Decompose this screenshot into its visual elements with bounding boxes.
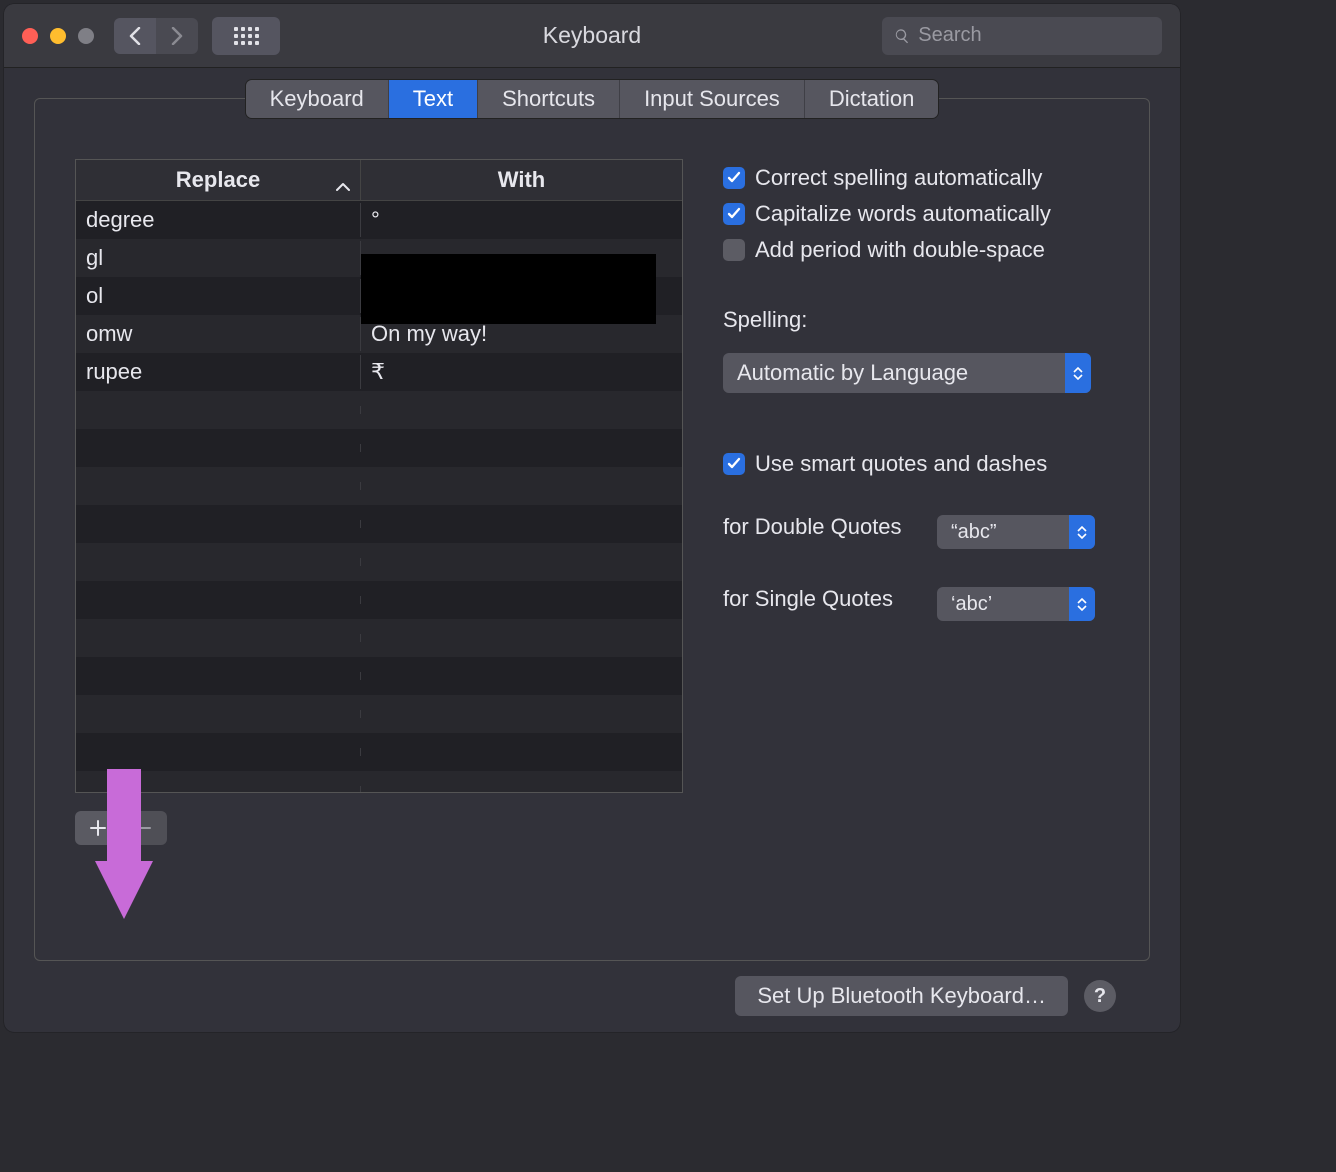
cell-with[interactable]: ° bbox=[361, 203, 682, 237]
cell-replace[interactable]: rupee bbox=[76, 355, 361, 389]
redacted-block bbox=[361, 254, 656, 324]
options-column: Correct spelling automatically Capitaliz… bbox=[723, 159, 1115, 938]
select-value: Automatic by Language bbox=[737, 360, 968, 386]
double-quotes-row: for Double Quotes “abc” bbox=[723, 505, 1115, 549]
tab-bar: Keyboard Text Shortcuts Input Sources Di… bbox=[35, 80, 1149, 118]
help-button[interactable]: ? bbox=[1084, 980, 1116, 1012]
tab-dictation[interactable]: Dictation bbox=[805, 80, 939, 118]
column-replace[interactable]: Replace bbox=[76, 160, 361, 200]
cell-replace[interactable]: degree bbox=[76, 203, 361, 237]
search-input[interactable] bbox=[918, 24, 1150, 47]
double-quotes-select[interactable]: “abc” bbox=[937, 515, 1095, 549]
add-button[interactable] bbox=[75, 811, 121, 845]
bluetooth-keyboard-button[interactable]: Set Up Bluetooth Keyboard… bbox=[735, 976, 1068, 1016]
cell-replace[interactable]: gl bbox=[76, 241, 361, 275]
remove-button[interactable] bbox=[121, 811, 167, 845]
cell-with[interactable] bbox=[361, 254, 682, 262]
cell-with[interactable]: ₹ bbox=[361, 355, 682, 389]
close-window-button[interactable] bbox=[22, 28, 38, 44]
back-button[interactable] bbox=[114, 18, 156, 54]
single-quotes-row: for Single Quotes ‘abc’ bbox=[723, 577, 1115, 621]
preference-pane: Keyboard Text Shortcuts Input Sources Di… bbox=[34, 98, 1150, 961]
table-row-empty bbox=[76, 505, 682, 543]
show-all-button[interactable] bbox=[212, 17, 280, 55]
smart-quotes-checkbox[interactable]: Use smart quotes and dashes bbox=[723, 451, 1115, 477]
table-row-empty bbox=[76, 733, 682, 771]
cell-replace[interactable]: omw bbox=[76, 317, 361, 351]
tab-shortcuts[interactable]: Shortcuts bbox=[478, 80, 620, 118]
tab-keyboard[interactable]: Keyboard bbox=[246, 80, 389, 118]
table-row-empty bbox=[76, 543, 682, 581]
column-replace-label: Replace bbox=[176, 167, 260, 193]
nav-buttons bbox=[114, 18, 198, 54]
forward-button[interactable] bbox=[156, 18, 198, 54]
table-row-empty bbox=[76, 429, 682, 467]
content-area: Keyboard Text Shortcuts Input Sources Di… bbox=[4, 68, 1180, 1032]
zoom-window-button[interactable] bbox=[78, 28, 94, 44]
table-row-empty bbox=[76, 467, 682, 505]
table-row[interactable]: gl bbox=[76, 239, 682, 277]
select-value: “abc” bbox=[951, 521, 997, 544]
checkbox-label: Capitalize words automatically bbox=[755, 201, 1051, 227]
tab-input-sources[interactable]: Input Sources bbox=[620, 80, 805, 118]
spelling-select[interactable]: Automatic by Language bbox=[723, 353, 1091, 393]
spelling-label: Spelling: bbox=[723, 307, 1115, 333]
footer: Set Up Bluetooth Keyboard… ? bbox=[34, 961, 1150, 1016]
checkbox-label: Add period with double-space bbox=[755, 237, 1045, 263]
preferences-window: Keyboard Keyboard Text Shortcuts Input S… bbox=[4, 4, 1180, 1032]
select-value: ‘abc’ bbox=[951, 593, 992, 616]
table-row-empty bbox=[76, 771, 682, 792]
cell-replace[interactable]: ol bbox=[76, 279, 361, 313]
column-with-label: With bbox=[498, 167, 545, 193]
stepper-icon bbox=[1069, 515, 1095, 549]
tab-text[interactable]: Text bbox=[389, 80, 478, 118]
double-space-checkbox[interactable]: Add period with double-space bbox=[723, 237, 1115, 263]
checkbox-off-icon bbox=[723, 239, 745, 261]
grid-icon bbox=[234, 27, 259, 45]
single-quotes-select[interactable]: ‘abc’ bbox=[937, 587, 1095, 621]
table-row[interactable]: rupee ₹ bbox=[76, 353, 682, 391]
double-quotes-label: for Double Quotes bbox=[723, 514, 915, 540]
table-header: Replace With bbox=[76, 160, 682, 201]
single-quotes-label: for Single Quotes bbox=[723, 586, 915, 612]
capitalize-checkbox[interactable]: Capitalize words automatically bbox=[723, 201, 1115, 227]
table-row-empty bbox=[76, 695, 682, 733]
table-row-empty bbox=[76, 391, 682, 429]
window-controls bbox=[22, 28, 94, 44]
table-body: degree ° gl ol bbox=[76, 201, 682, 792]
checkbox-label: Use smart quotes and dashes bbox=[755, 451, 1047, 477]
column-with[interactable]: With bbox=[361, 160, 682, 200]
minimize-window-button[interactable] bbox=[50, 28, 66, 44]
stepper-icon bbox=[1069, 587, 1095, 621]
table-row-empty bbox=[76, 581, 682, 619]
replacements-table[interactable]: Replace With degree bbox=[75, 159, 683, 793]
stepper-icon bbox=[1065, 353, 1091, 393]
checkbox-on-icon bbox=[723, 167, 745, 189]
search-icon bbox=[894, 27, 910, 45]
checkbox-on-icon bbox=[723, 453, 745, 475]
chevron-up-icon bbox=[336, 172, 350, 198]
minus-icon bbox=[136, 820, 152, 836]
plus-icon bbox=[90, 820, 106, 836]
correct-spelling-checkbox[interactable]: Correct spelling automatically bbox=[723, 165, 1115, 191]
table-row-empty bbox=[76, 619, 682, 657]
table-buttons bbox=[75, 811, 683, 845]
titlebar: Keyboard bbox=[4, 4, 1180, 68]
table-row-empty bbox=[76, 657, 682, 695]
checkbox-on-icon bbox=[723, 203, 745, 225]
table-row[interactable]: degree ° bbox=[76, 201, 682, 239]
checkbox-label: Correct spelling automatically bbox=[755, 165, 1042, 191]
search-field[interactable] bbox=[882, 17, 1162, 55]
